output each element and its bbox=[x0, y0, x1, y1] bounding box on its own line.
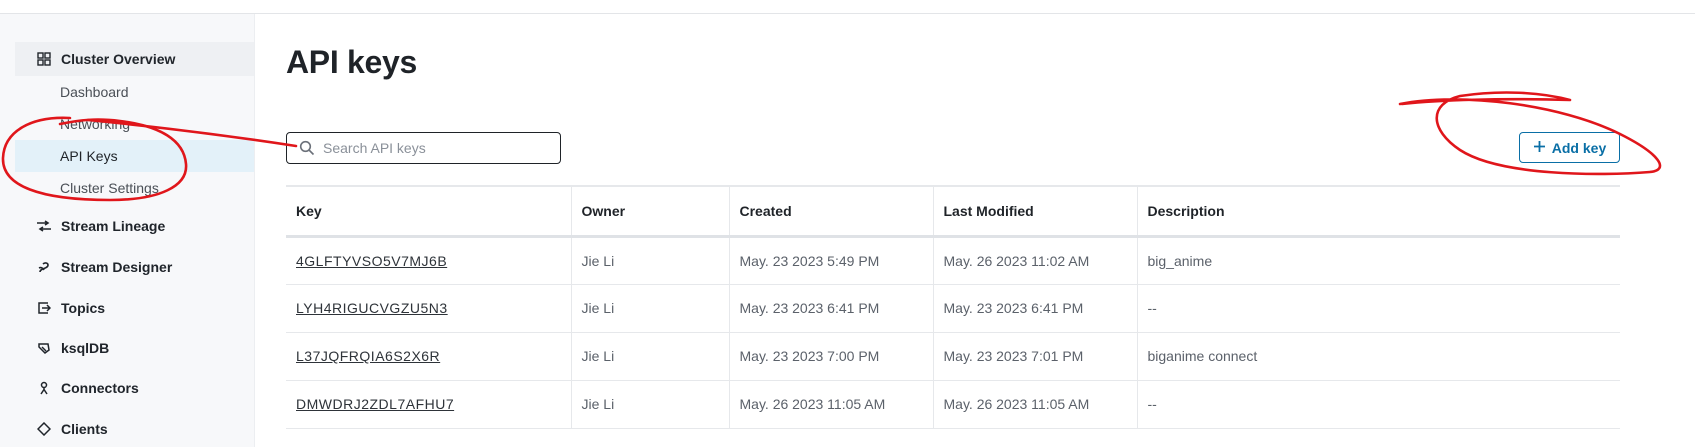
search-input[interactable] bbox=[323, 140, 543, 156]
modified-cell: May. 23 2023 7:01 PM bbox=[932, 332, 1137, 381]
sidebar-item-label: Topics bbox=[61, 300, 106, 316]
sidebar-item-label: Cluster Overview bbox=[61, 51, 176, 67]
created-cell: May. 23 2023 6:41 PM bbox=[728, 284, 933, 333]
sidebar-subitem-label: Dashboard bbox=[60, 84, 129, 100]
owner-cell: Jie Li bbox=[570, 332, 729, 381]
sidebar-subitem-dashboard[interactable]: Dashboard bbox=[15, 76, 254, 108]
column-header-owner[interactable]: Owner bbox=[570, 185, 729, 238]
table-row: LYH4RIGUCVGZU5N3 Jie Li May. 23 2023 6:4… bbox=[286, 284, 1620, 333]
ksqldb-icon bbox=[33, 340, 55, 356]
clients-icon bbox=[33, 421, 55, 437]
sidebar-subitem-networking[interactable]: Networking bbox=[15, 108, 254, 140]
created-cell: May. 26 2023 11:05 AM bbox=[728, 380, 933, 429]
api-key-link[interactable]: LYH4RIGUCVGZU5N3 bbox=[296, 300, 448, 316]
column-header-key[interactable]: Key bbox=[286, 185, 571, 238]
table-row: L37JQFRQIA6S2X6R Jie Li May. 23 2023 7:0… bbox=[286, 332, 1620, 381]
sidebar-item-topics[interactable]: Topics bbox=[15, 291, 254, 325]
sidebar-subitem-label: Networking bbox=[60, 116, 131, 132]
search-box[interactable] bbox=[286, 132, 561, 164]
sidebar-item-clients[interactable]: Clients bbox=[15, 412, 254, 446]
created-cell: May. 23 2023 7:00 PM bbox=[728, 332, 933, 381]
description-cell: -- bbox=[1136, 284, 1620, 333]
sidebar-item-stream-designer[interactable]: Stream Designer bbox=[15, 250, 254, 284]
search-icon bbox=[299, 140, 315, 156]
table-row: 4GLFTYVSO5V7MJ6B Jie Li May. 23 2023 5:4… bbox=[286, 236, 1620, 285]
created-cell: May. 23 2023 5:49 PM bbox=[728, 236, 933, 285]
add-key-button[interactable]: Add key bbox=[1519, 132, 1620, 163]
table-row: DMWDRJ2ZDL7AFHU7 Jie Li May. 26 2023 11:… bbox=[286, 380, 1620, 429]
plus-icon bbox=[1533, 140, 1546, 156]
modified-cell: May. 26 2023 11:02 AM bbox=[932, 236, 1137, 285]
column-header-description[interactable]: Description bbox=[1136, 185, 1620, 238]
column-header-created[interactable]: Created bbox=[728, 185, 933, 238]
table-header-row: Key Owner Created Last Modified Descript… bbox=[286, 185, 1620, 238]
modified-cell: May. 23 2023 6:41 PM bbox=[932, 284, 1137, 333]
lineage-icon bbox=[33, 218, 55, 234]
description-cell: biganime connect bbox=[1136, 332, 1620, 381]
sidebar-item-label: Stream Lineage bbox=[61, 218, 166, 234]
description-cell: big_anime bbox=[1136, 236, 1620, 285]
sidebar-subitem-label: API Keys bbox=[60, 148, 118, 164]
page-title: API keys bbox=[286, 44, 418, 80]
owner-cell: Jie Li bbox=[570, 284, 729, 333]
grid-icon bbox=[33, 51, 55, 67]
sidebar-item-label: Stream Designer bbox=[61, 259, 173, 275]
api-key-link[interactable]: L37JQFRQIA6S2X6R bbox=[296, 348, 440, 364]
description-cell: -- bbox=[1136, 380, 1620, 429]
api-key-link[interactable]: 4GLFTYVSO5V7MJ6B bbox=[296, 253, 447, 269]
add-key-label: Add key bbox=[1551, 139, 1607, 156]
column-header-last-modified[interactable]: Last Modified bbox=[932, 185, 1137, 238]
api-keys-table: Key Owner Created Last Modified Descript… bbox=[286, 185, 1620, 429]
sidebar-subitem-cluster-settings[interactable]: Cluster Settings bbox=[15, 172, 254, 204]
topics-icon bbox=[33, 300, 55, 316]
sidebar-subitem-api-keys[interactable]: API Keys bbox=[15, 140, 254, 172]
sidebar: Cluster Overview Dashboard Networking AP… bbox=[0, 14, 255, 447]
sidebar-item-label: Connectors bbox=[61, 380, 139, 396]
sidebar-item-stream-lineage[interactable]: Stream Lineage bbox=[15, 209, 254, 243]
connectors-icon bbox=[33, 380, 55, 396]
api-key-link[interactable]: DMWDRJ2ZDL7AFHU7 bbox=[296, 396, 454, 412]
modified-cell: May. 26 2023 11:05 AM bbox=[932, 380, 1137, 429]
sidebar-item-label: ksqlDB bbox=[61, 340, 110, 356]
designer-icon bbox=[33, 259, 55, 275]
owner-cell: Jie Li bbox=[570, 380, 729, 429]
sidebar-item-label: Clients bbox=[61, 421, 108, 437]
sidebar-item-ksqldb[interactable]: ksqlDB bbox=[15, 331, 254, 365]
sidebar-subitem-label: Cluster Settings bbox=[60, 180, 159, 196]
owner-cell: Jie Li bbox=[570, 236, 729, 285]
sidebar-item-connectors[interactable]: Connectors bbox=[15, 371, 254, 405]
sidebar-item-cluster-overview[interactable]: Cluster Overview bbox=[15, 42, 254, 76]
